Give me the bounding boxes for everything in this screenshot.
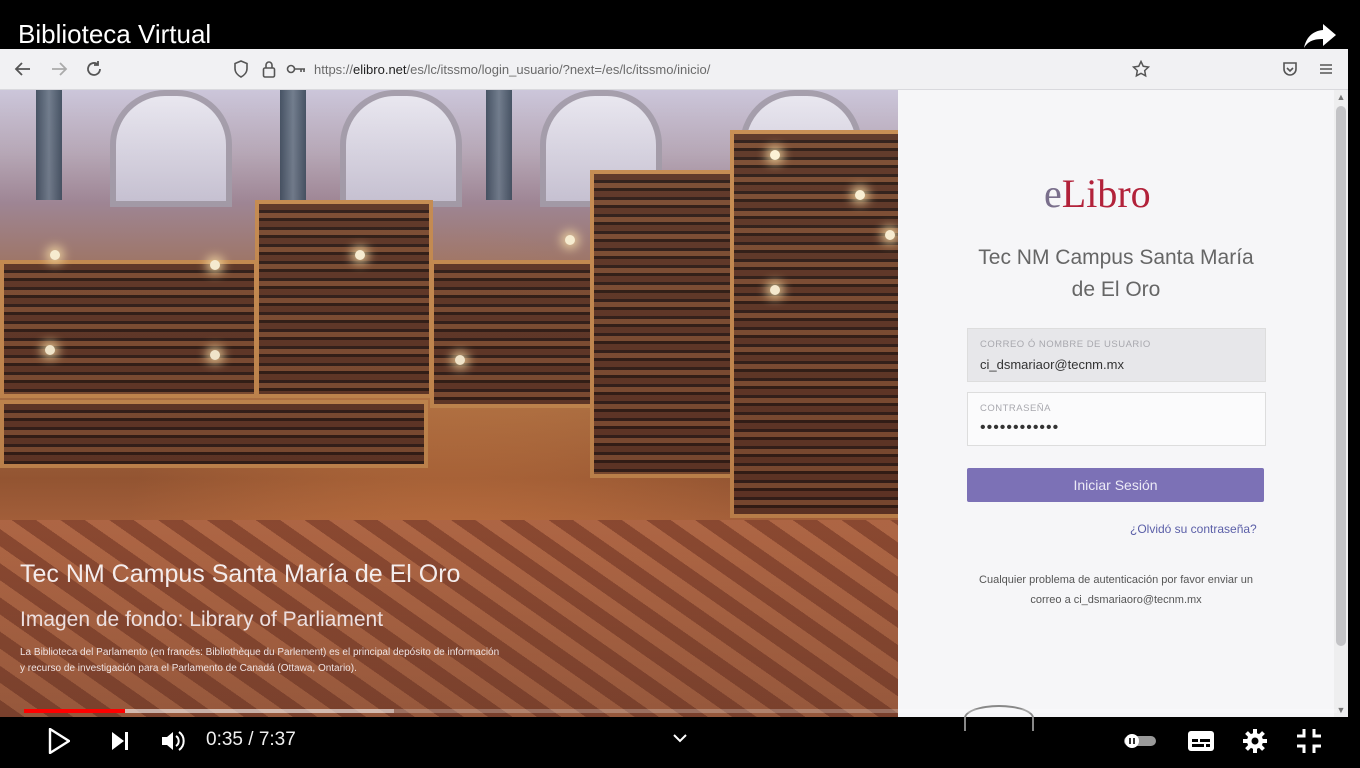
auth-help-text: Cualquier problema de autenticación por …	[958, 570, 1274, 610]
scroll-up-icon[interactable]: ▲	[1336, 92, 1346, 102]
video-title[interactable]: Biblioteca Virtual	[18, 19, 211, 50]
play-button[interactable]	[44, 725, 74, 757]
reload-button[interactable]	[83, 58, 105, 80]
hero-title: Tec NM Campus Santa María de El Oro	[20, 560, 461, 588]
time-display: 0:35 / 7:37	[206, 729, 296, 750]
logo-rest: Libro	[1061, 171, 1151, 216]
browser-toolbar: https://elibro.net/es/lc/itssmo/login_us…	[0, 49, 1348, 90]
next-button[interactable]	[106, 725, 134, 757]
next-icon	[112, 732, 128, 750]
subtitles-icon	[1188, 731, 1214, 751]
url-bar[interactable]: https://elibro.net/es/lc/itssmo/login_us…	[228, 54, 1158, 84]
help-line-1: Cualquier problema de autenticación por …	[979, 574, 1253, 586]
exit-fullscreen-icon	[1297, 729, 1321, 753]
shield-icon[interactable]	[230, 58, 252, 80]
reload-icon	[87, 61, 101, 76]
campus-name: Tec NM Campus Santa María de El Oro	[958, 242, 1274, 306]
username-field[interactable]: CORREO Ó NOMBRE DE USUARIO	[967, 328, 1266, 382]
pocket-icon	[1283, 62, 1297, 76]
hero-description: La Biblioteca del Parlamento (en francés…	[20, 647, 500, 674]
key-icon[interactable]	[285, 58, 307, 80]
browser-window: https://elibro.net/es/lc/itssmo/login_us…	[0, 49, 1348, 731]
scroll-thumb[interactable]	[1336, 106, 1346, 646]
login-panel: eLibro Tec NM Campus Santa María de El O…	[898, 90, 1334, 731]
bookmark-star-icon[interactable]	[1130, 58, 1152, 80]
autoplay-toggle[interactable]	[1120, 725, 1160, 757]
menu-button[interactable]	[1315, 58, 1337, 80]
username-input[interactable]	[980, 357, 1250, 372]
scroll-down-icon[interactable]: ▼	[1336, 705, 1346, 715]
autoplay-toggle-icon	[1124, 734, 1156, 748]
progress-played	[24, 709, 126, 713]
username-label: CORREO Ó NOMBRE DE USUARIO	[980, 339, 1151, 350]
volume-button[interactable]	[158, 725, 188, 757]
forward-icon	[52, 62, 68, 76]
elibro-logo: eLibro	[1044, 170, 1151, 217]
campus-line-1: Tec NM Campus Santa María	[978, 246, 1254, 269]
chevron-down-icon	[673, 734, 687, 743]
login-button[interactable]: Iniciar Sesión	[967, 468, 1264, 502]
help-line-2: correo a ci_dsmariaoro@tecnm.mx	[1030, 594, 1202, 606]
page-scrollbar[interactable]: ▲ ▼	[1334, 90, 1348, 717]
volume-icon	[162, 731, 185, 751]
exit-fullscreen-button[interactable]	[1294, 725, 1324, 757]
play-icon	[48, 728, 70, 754]
password-label: CONTRASEÑA	[980, 403, 1051, 414]
chapters-toggle[interactable]	[668, 727, 692, 749]
menu-icon	[1320, 64, 1332, 74]
background-library-image: Tec NM Campus Santa María de El Oro Imag…	[0, 90, 898, 717]
url-prefix: https://	[314, 62, 354, 77]
pocket-button[interactable]	[1279, 58, 1301, 80]
lock-icon[interactable]	[258, 58, 280, 80]
campus-line-2: de El Oro	[1071, 278, 1161, 301]
logo-e: e	[1044, 171, 1062, 216]
back-button[interactable]	[12, 58, 34, 80]
back-icon	[14, 62, 30, 76]
settings-button[interactable]	[1240, 725, 1270, 757]
forward-button[interactable]	[48, 58, 70, 80]
url-text[interactable]: https://elibro.net/es/lc/itssmo/login_us…	[314, 62, 710, 77]
url-domain: elibro.net	[353, 62, 407, 77]
hero-subtitle: Imagen de fondo: Library of Parliament	[20, 608, 384, 631]
forgot-password-link[interactable]: ¿Olvidó su contraseña?	[1130, 522, 1257, 536]
subtitles-button[interactable]	[1186, 725, 1216, 757]
settings-icon	[1243, 729, 1267, 753]
share-icon	[1304, 24, 1336, 48]
password-input[interactable]: ••••••••••••	[980, 419, 1059, 437]
web-page: Tec NM Campus Santa María de El Oro Imag…	[0, 90, 1348, 731]
password-field[interactable]: CONTRASEÑA ••••••••••••	[967, 392, 1266, 446]
url-path: /es/lc/itssmo/login_usuario/?next=/es/lc…	[406, 62, 711, 77]
